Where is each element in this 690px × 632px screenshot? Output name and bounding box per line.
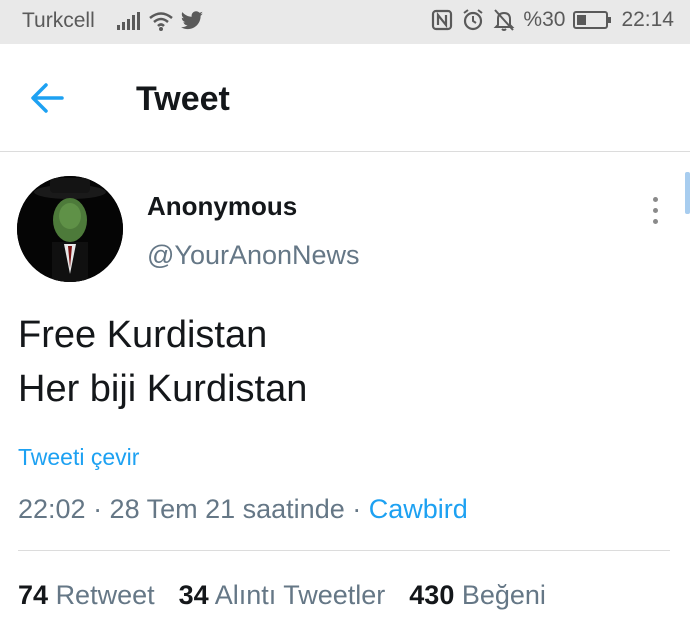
likes-label: Beğeni <box>461 580 546 610</box>
likes-count: 430 <box>409 580 455 610</box>
author-handle[interactable]: @YourAnonNews <box>147 240 360 271</box>
battery-icon <box>573 11 612 29</box>
translate-tweet-link[interactable]: Tweeti çevir <box>18 444 139 471</box>
back-button[interactable] <box>28 80 68 116</box>
tweet-timestamp: 22:02 · 28 Tem 21 saatinde <box>18 494 345 524</box>
status-time: 22:14 <box>621 8 674 31</box>
signal-icon <box>117 12 140 30</box>
wifi-icon <box>149 12 173 31</box>
more-dot-icon <box>652 207 658 213</box>
anonymous-avatar-image <box>17 176 123 282</box>
quote-tweets-count: 34 <box>178 580 209 610</box>
author-display-name[interactable]: Anonymous <box>147 191 297 222</box>
scrollbar[interactable] <box>685 172 690 214</box>
likes-stat[interactable]: 430 Beğeni <box>409 580 546 611</box>
avatar[interactable] <box>17 176 123 282</box>
divider <box>18 550 670 551</box>
tweet-text-line: Free Kurdistan <box>18 314 268 356</box>
nfc-icon <box>432 9 453 31</box>
quote-tweets-label: Alıntı Tweetler <box>214 580 386 610</box>
tweet-text-line: Her biji Kurdistan <box>18 368 308 410</box>
twitter-bird-icon <box>180 11 203 30</box>
status-icons-left <box>116 10 204 32</box>
status-bar: Turkcell %30 22:14 <box>0 0 690 44</box>
tweet-meta: 22:02 · 28 Tem 21 saatinde · Cawbird <box>18 494 468 525</box>
arrow-left-icon <box>31 83 64 113</box>
retweets-stat[interactable]: 74 Retweet <box>18 580 155 611</box>
status-icons-right: %30 22:14 <box>431 8 674 32</box>
alarm-icon <box>463 9 484 31</box>
tweet-source-link[interactable]: Cawbird <box>369 494 468 524</box>
tweet-stats: 74 Retweet 34 Alıntı Tweetler 430 Beğeni <box>18 580 546 611</box>
more-dot-icon <box>652 196 658 202</box>
meta-separator: · <box>344 494 369 524</box>
retweets-label: Retweet <box>55 580 155 610</box>
page-title: Tweet <box>136 80 230 118</box>
more-options-button[interactable] <box>640 190 670 230</box>
notifications-off-icon <box>493 9 515 31</box>
retweets-count: 74 <box>18 580 49 610</box>
battery-percentage: %30 <box>523 8 566 31</box>
quote-tweets-stat[interactable]: 34 Alıntı Tweetler <box>179 580 386 611</box>
carrier-name: Turkcell <box>22 9 95 32</box>
more-dot-icon <box>652 218 658 224</box>
app-header: Tweet <box>0 44 690 152</box>
